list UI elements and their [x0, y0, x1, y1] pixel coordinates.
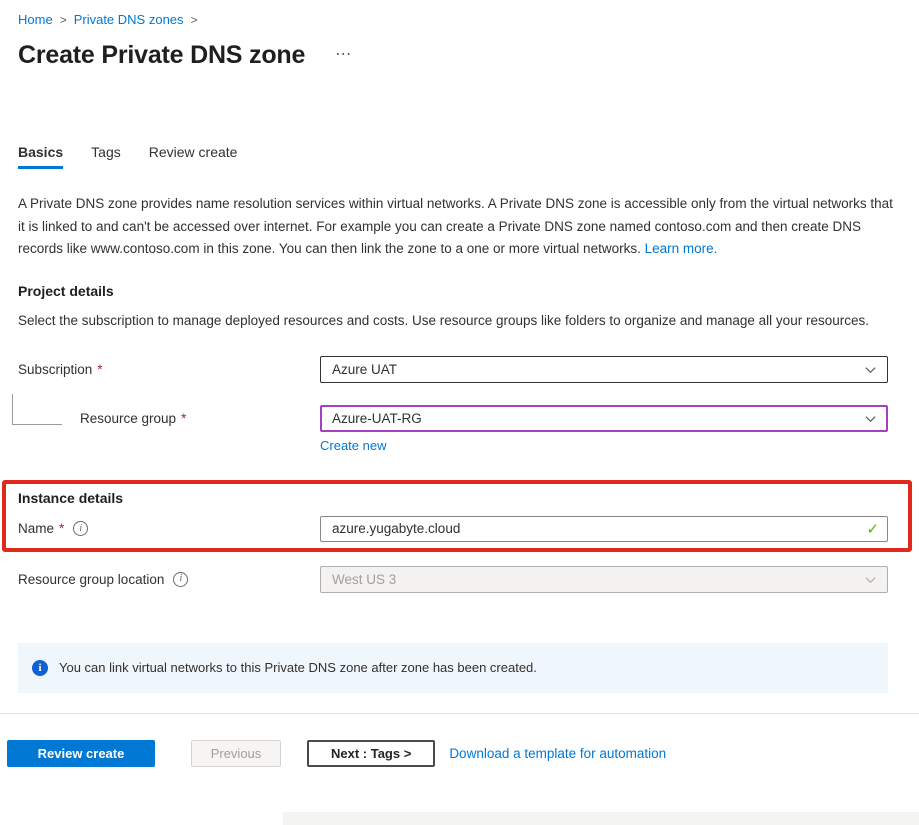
- location-label-text: Resource group location: [18, 572, 164, 587]
- breadcrumb-home-link[interactable]: Home: [18, 12, 53, 27]
- required-asterisk: *: [181, 411, 186, 426]
- subscription-value: Azure UAT: [332, 362, 397, 377]
- page-title: Create Private DNS zone: [18, 40, 305, 70]
- download-template-link[interactable]: Download a template for automation: [449, 746, 666, 761]
- location-value: West US 3: [332, 572, 396, 587]
- info-icon[interactable]: i: [173, 572, 188, 587]
- resource-group-label-text: Resource group: [80, 411, 176, 426]
- tab-basics[interactable]: Basics: [18, 144, 63, 169]
- bottom-strip: [283, 812, 919, 825]
- info-icon[interactable]: i: [73, 521, 88, 536]
- location-dropdown-disabled: West US 3: [320, 566, 888, 593]
- next-tags-button[interactable]: Next : Tags >: [307, 740, 435, 767]
- required-asterisk: *: [97, 362, 102, 377]
- intro-description: A Private DNS zone provides name resolut…: [18, 193, 898, 261]
- resource-group-value: Azure-UAT-RG: [332, 411, 422, 426]
- info-banner-text: You can link virtual networks to this Pr…: [59, 660, 537, 675]
- resource-group-dropdown[interactable]: Azure-UAT-RG: [320, 405, 888, 432]
- subscription-control: Azure UAT: [320, 356, 888, 383]
- name-control: ✓: [320, 516, 888, 542]
- info-banner: i You can link virtual networks to this …: [18, 643, 888, 693]
- footer-action-bar: Review create Previous Next : Tags > Dow…: [7, 740, 901, 767]
- breadcrumb-private-dns-zones-link[interactable]: Private DNS zones: [74, 12, 184, 27]
- resource-group-label: Resource group *: [18, 411, 320, 426]
- wizard-tabs: Basics Tags Review create: [18, 144, 901, 169]
- nesting-connector: [12, 394, 62, 425]
- location-control: West US 3: [320, 566, 888, 593]
- instance-details-heading: Instance details: [18, 490, 908, 506]
- create-new-wrap: Create new: [320, 438, 901, 454]
- location-field-row: Resource group location i West US 3: [18, 566, 901, 593]
- footer-divider: [0, 713, 919, 714]
- breadcrumb-separator: >: [60, 13, 67, 27]
- subscription-dropdown[interactable]: Azure UAT: [320, 356, 888, 383]
- name-field-row: Name * i ✓: [18, 516, 908, 542]
- review-create-button[interactable]: Review create: [7, 740, 155, 767]
- create-private-dns-zone-page: Home > Private DNS zones > Create Private D…: [0, 0, 919, 767]
- subscription-field-row: Subscription * Azure UAT: [18, 356, 901, 383]
- tab-review-create[interactable]: Review create: [149, 144, 238, 169]
- create-new-link[interactable]: Create new: [320, 438, 386, 453]
- annotation-highlight: Instance details Name * i ✓: [2, 480, 912, 552]
- chevron-down-icon: [864, 573, 877, 586]
- name-label-text: Name: [18, 521, 54, 536]
- title-row: Create Private DNS zone ⋯: [18, 40, 901, 70]
- info-banner-icon: i: [32, 660, 48, 676]
- intro-text: A Private DNS zone provides name resolut…: [18, 196, 893, 256]
- learn-more-link[interactable]: Learn more.: [645, 241, 718, 256]
- project-details-heading: Project details: [18, 283, 901, 300]
- project-details-description: Select the subscription to manage deploy…: [18, 310, 898, 332]
- chevron-down-icon: [864, 412, 877, 425]
- resource-group-control: Azure-UAT-RG: [320, 405, 888, 432]
- subscription-label-text: Subscription: [18, 362, 92, 377]
- required-asterisk: *: [59, 521, 64, 536]
- name-label: Name * i: [18, 521, 320, 536]
- location-label: Resource group location i: [18, 572, 320, 587]
- previous-button: Previous: [191, 740, 281, 767]
- subscription-label: Subscription *: [18, 362, 320, 377]
- tab-tags[interactable]: Tags: [91, 144, 121, 169]
- breadcrumb: Home > Private DNS zones >: [18, 12, 901, 28]
- breadcrumb-separator: >: [191, 13, 198, 27]
- more-options-icon[interactable]: ⋯: [335, 47, 353, 63]
- chevron-down-icon: [864, 363, 877, 376]
- name-input[interactable]: [320, 516, 888, 542]
- resource-group-field-row: Resource group * Azure-UAT-RG: [18, 405, 901, 432]
